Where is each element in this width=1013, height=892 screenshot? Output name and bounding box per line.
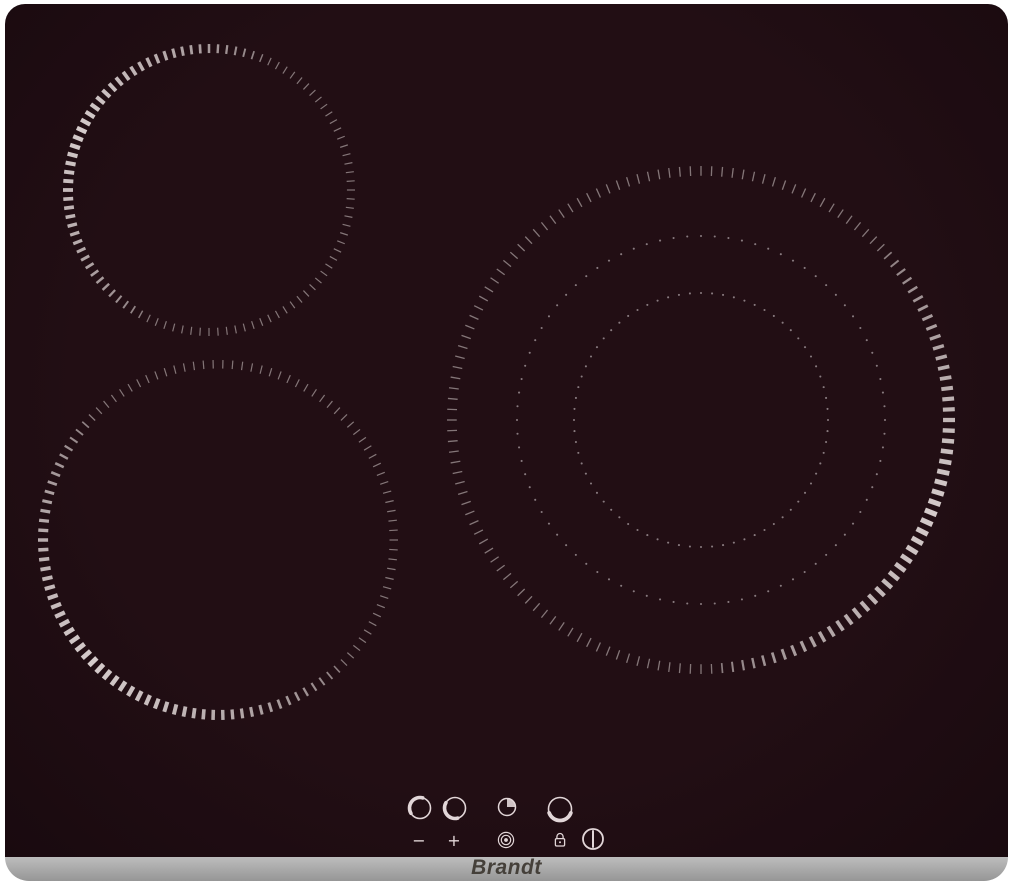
timer-clock-hands: [507, 799, 516, 808]
zone-front-left-key[interactable]: [445, 798, 466, 819]
hob-glass: − +: [5, 4, 1008, 857]
lock-icon-keyhole: [559, 841, 561, 843]
burner-ring-right-zone: [447, 166, 955, 674]
zone-right-key[interactable]: [549, 798, 572, 821]
plus-key[interactable]: +: [447, 831, 460, 850]
brand-logo: Brandt: [471, 856, 542, 880]
control-panel: − +: [410, 798, 604, 851]
cooktop: − + Brandt: [5, 4, 1008, 881]
dual-zone-key[interactable]: [498, 832, 513, 847]
minus-key[interactable]: −: [412, 831, 425, 850]
lock-icon: [557, 834, 563, 839]
front-trim-strip: Brandt: [5, 857, 1008, 881]
burner-inner-dot-ring: [516, 235, 886, 605]
timer-key[interactable]: [499, 799, 516, 816]
lock-key[interactable]: [555, 834, 564, 847]
burner-rings: [38, 44, 955, 720]
burner-crescent-arc: [549, 813, 571, 821]
hob-graphics: − +: [5, 4, 1008, 857]
zone-rear-left-key[interactable]: [410, 798, 431, 819]
burner-crescent-arc: [445, 803, 458, 819]
concentric-rings-icon-dot: [504, 838, 508, 842]
burner-ring-rear-left-zone: [63, 44, 355, 336]
burner-crescent-arc: [410, 798, 423, 814]
power-key[interactable]: [583, 829, 603, 849]
burner-inner-dot-ring: [573, 292, 829, 548]
burner-ring-front-left-zone: [38, 360, 398, 720]
